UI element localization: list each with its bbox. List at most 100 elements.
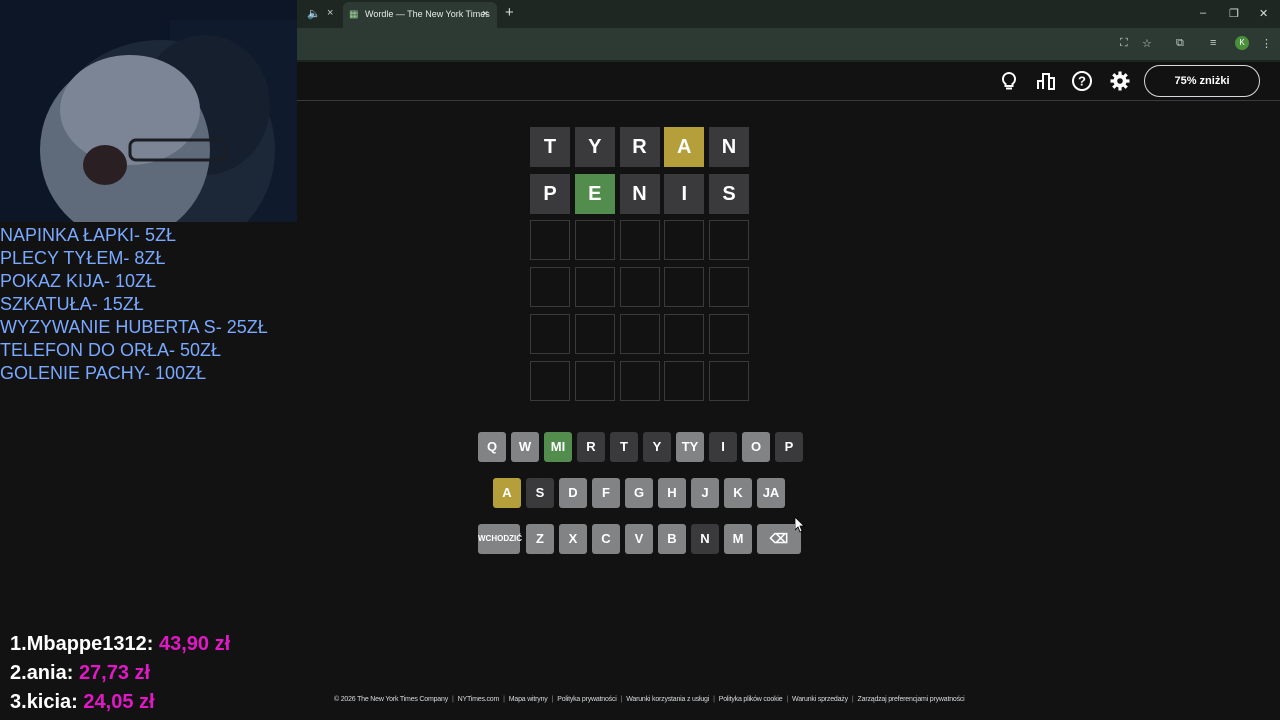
footer-separator: | — [452, 696, 454, 703]
donation-item: WYZYWANIE HUBERTA S- 25ZŁ — [0, 317, 268, 337]
donation-item: TELEFON DO ORŁA- 50ZŁ — [0, 340, 222, 360]
board-tile: S — [709, 173, 749, 214]
footer-link[interactable]: Warunki sprzedaży — [792, 696, 848, 703]
leaderboard-amount: 24,05 zł — [83, 691, 155, 713]
browser-menu-icon[interactable]: ⋮ — [1261, 37, 1272, 50]
key-ja[interactable]: JA — [757, 478, 785, 508]
on-screen-keyboard: Q W MI R T Y TY I O P A S D F G H J K JA WCHODZIĆ Z X C V B N M ⌫ — [478, 432, 803, 562]
board-tile — [664, 313, 705, 354]
key-z[interactable]: Z — [526, 524, 554, 554]
key-x[interactable]: X — [559, 524, 587, 554]
subscribe-button[interactable]: 75% zniżki — [1144, 65, 1260, 97]
key-n[interactable]: N — [691, 524, 719, 554]
key-h[interactable]: H — [658, 478, 686, 508]
leaderboard-name: kicia: — [26, 691, 78, 713]
board-tile: N — [709, 127, 749, 167]
board-tile — [574, 267, 615, 308]
key-c[interactable]: C — [592, 524, 620, 554]
board-tile — [709, 313, 749, 354]
footer-link[interactable]: Polityka prywatności — [557, 696, 617, 703]
donation-item: GOLENIE PACHY- 100ZŁ — [0, 363, 207, 383]
board-tile — [574, 313, 615, 354]
board-tile — [530, 220, 570, 261]
profile-avatar[interactable]: K — [1235, 36, 1249, 50]
board-tile — [619, 267, 660, 308]
leaderboard-amount: 43,90 zł — [158, 633, 231, 655]
help-icon[interactable]: ? — [1071, 70, 1093, 92]
translate-icon[interactable]: ⛶ — [1120, 37, 1128, 50]
footer-link[interactable]: Mapa witryny — [509, 696, 548, 703]
donation-item: NAPINKA ŁAPKI- 5ZŁ — [0, 225, 177, 245]
key-p[interactable]: P — [775, 432, 803, 462]
key-q[interactable]: Q — [478, 432, 506, 462]
key-a[interactable]: A — [493, 478, 521, 508]
key-t[interactable]: T — [610, 432, 638, 462]
key-s[interactable]: S — [526, 478, 554, 508]
media-controls-icon[interactable]: ≡ — [1210, 37, 1216, 49]
board-tile — [574, 360, 615, 401]
donation-item: PLECY TYŁEM- 8ZŁ — [0, 248, 166, 268]
browser-tab-strip: 🔈 × ▦ Wordle — The New York Times × + – … — [297, 0, 1280, 28]
footer-separator: | — [786, 696, 789, 703]
leaderboard-rank: 2. — [10, 662, 27, 684]
leaderboard-row: 2.ania: 27,73 zł — [10, 659, 230, 688]
settings-gear-icon[interactable] — [1109, 70, 1131, 92]
leaderboard-rank: 3. — [10, 691, 27, 713]
board-tile — [619, 360, 660, 401]
key-i[interactable]: I — [709, 432, 737, 462]
key-y[interactable]: Y — [643, 432, 671, 462]
minimize-button[interactable]: – — [1200, 7, 1206, 19]
bookmark-star-icon[interactable]: ☆ — [1142, 37, 1152, 50]
board-tile — [574, 220, 615, 261]
leaderboard-name: ania: — [26, 662, 74, 684]
key-f[interactable]: F — [592, 478, 620, 508]
extensions-icon[interactable]: ⧉ — [1176, 37, 1184, 50]
board-tile: I — [664, 173, 705, 214]
close-tab-icon[interactable]: × — [327, 7, 333, 19]
donation-leaderboard: 1.Mbappe1312: 43,90 zł 2.ania: 27,73 zł 3.… — [10, 630, 230, 717]
board-tile — [530, 360, 570, 401]
game-header: ? 75% zniżki — [297, 62, 1280, 101]
window-close-button[interactable]: ✕ — [1259, 7, 1268, 20]
footer-link[interactable]: Zarządzaj preferencjami prywatności — [858, 696, 965, 703]
new-tab-button[interactable]: + — [505, 4, 514, 21]
enter-key[interactable]: WCHODZIĆ — [478, 524, 522, 554]
hint-bulb-icon[interactable] — [998, 70, 1020, 92]
key-g[interactable]: G — [625, 478, 653, 508]
footer-link[interactable]: NYTimes.com — [458, 696, 500, 703]
key-r[interactable]: R — [577, 432, 605, 462]
footer-link[interactable]: Warunki korzystania z usługi — [626, 696, 709, 703]
key-v[interactable]: V — [625, 524, 653, 554]
key-k[interactable]: K — [724, 478, 752, 508]
page-footer: © 2026 The New York Times Company | NYTime… — [334, 696, 965, 703]
footer-link[interactable]: Polityka plików cookie — [719, 696, 783, 703]
board-tile: Y — [574, 127, 615, 167]
tab-wordle[interactable]: ▦ Wordle — The New York Times × — [343, 2, 497, 28]
donation-menu: NAPINKA ŁAPKI- 5ZŁ PLECY TYŁEM- 8ZŁ POKAZ … — [0, 224, 300, 385]
key-ty[interactable]: TY — [676, 432, 704, 462]
board-tile — [619, 220, 660, 261]
speaker-icon[interactable]: 🔈 — [307, 7, 321, 20]
leaderboard-name: Mbappe1312: — [26, 633, 154, 655]
close-tab-icon[interactable]: × — [482, 8, 488, 20]
key-mi[interactable]: MI — [544, 432, 572, 462]
key-o[interactable]: O — [742, 432, 770, 462]
key-w[interactable]: W — [511, 432, 539, 462]
board-tile — [709, 360, 749, 401]
previous-tab[interactable]: 🔈 × — [297, 7, 341, 21]
leaderboard-row: 1.Mbappe1312: 43,90 zł — [10, 630, 230, 659]
wordle-favicon-icon: ▦ — [349, 9, 359, 20]
board-tile — [664, 220, 705, 261]
board-tile — [664, 267, 705, 308]
board-tile: E — [574, 173, 615, 214]
donation-item: POKAZ KIJA- 10ZŁ — [0, 271, 157, 291]
key-d[interactable]: D — [559, 478, 587, 508]
statistics-icon[interactable] — [1035, 70, 1057, 92]
leaderboard-rank: 1. — [10, 633, 27, 655]
key-m[interactable]: M — [724, 524, 752, 554]
restore-button[interactable]: ❐ — [1229, 7, 1239, 20]
footer-separator: | — [551, 696, 554, 703]
key-b[interactable]: B — [658, 524, 686, 554]
key-j[interactable]: J — [691, 478, 719, 508]
board-tile: T — [530, 127, 570, 167]
